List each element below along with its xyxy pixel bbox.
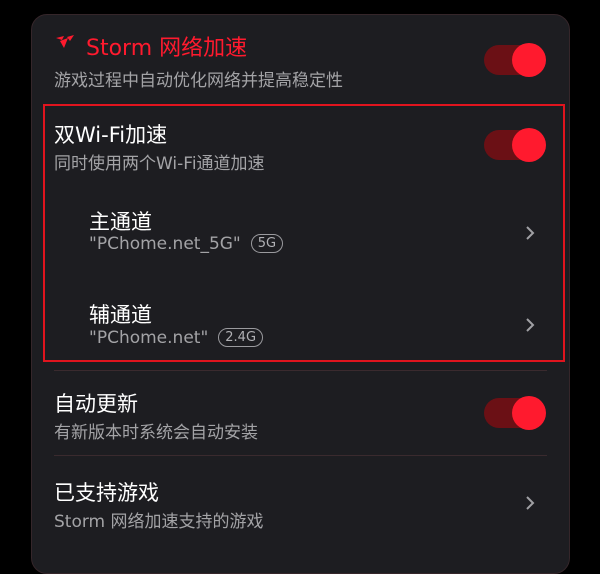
storm-logo-icon bbox=[54, 34, 76, 50]
divider bbox=[54, 455, 547, 456]
toggle-knob bbox=[512, 43, 546, 77]
storm-subtitle: 游戏过程中自动优化网络并提高稳定性 bbox=[54, 71, 343, 91]
chevron-right-icon[interactable] bbox=[524, 496, 536, 510]
primary-channel-network: "PChome.net_5G" 5G bbox=[89, 234, 284, 254]
dual-wifi-toggle[interactable] bbox=[484, 128, 546, 162]
toggle-knob bbox=[512, 128, 546, 162]
primary-channel-title: 主通道 bbox=[89, 210, 152, 234]
primary-network-name: "PChome.net_5G" bbox=[89, 234, 241, 254]
secondary-network-name: "PChome.net" bbox=[89, 328, 209, 348]
storm-toggle[interactable] bbox=[484, 43, 546, 77]
auto-update-toggle[interactable] bbox=[484, 396, 546, 430]
dual-wifi-subtitle: 同时使用两个Wi-Fi通道加速 bbox=[54, 154, 265, 174]
supported-games-title: 已支持游戏 bbox=[54, 481, 159, 505]
toggle-knob bbox=[512, 396, 546, 430]
divider bbox=[54, 370, 547, 371]
auto-update-title: 自动更新 bbox=[54, 392, 138, 416]
chevron-right-icon[interactable] bbox=[524, 318, 536, 332]
supported-games-subtitle: Storm 网络加速支持的游戏 bbox=[54, 512, 264, 532]
band-badge-2-4g: 2.4G bbox=[218, 328, 264, 347]
storm-title: Storm 网络加速 bbox=[86, 36, 248, 61]
secondary-channel-network: "PChome.net" 2.4G bbox=[89, 328, 264, 348]
dual-wifi-title: 双Wi-Fi加速 bbox=[54, 123, 168, 147]
chevron-right-icon[interactable] bbox=[524, 226, 536, 240]
auto-update-subtitle: 有新版本时系统会自动安装 bbox=[54, 423, 258, 443]
band-badge-5g: 5G bbox=[250, 234, 284, 253]
secondary-channel-title: 辅通道 bbox=[89, 303, 152, 327]
